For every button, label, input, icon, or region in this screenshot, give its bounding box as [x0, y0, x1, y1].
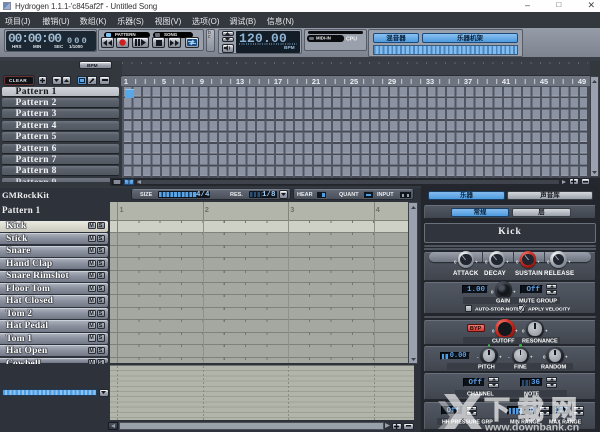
- svg-text:下载网: 下载网: [484, 395, 585, 425]
- svg-text:www.downbank.cn: www.downbank.cn: [484, 422, 579, 432]
